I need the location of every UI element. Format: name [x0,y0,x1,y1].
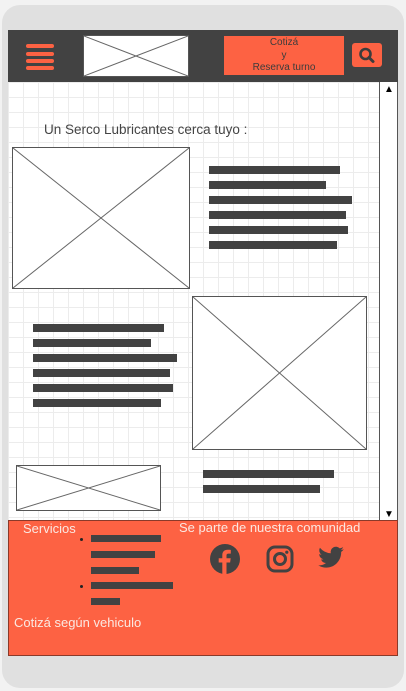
cta-line-3: Reserva turno [252,62,316,73]
image-placeholder [12,147,190,289]
twitter-icon[interactable] [317,545,345,571]
services-title[interactable]: Servicios [23,521,76,536]
cta-line-1: Cotizá [269,37,299,48]
scroll-down-icon[interactable]: ▼ [384,509,394,520]
quote-by-vehicle-link[interactable]: Cotizá según vehiculo [14,615,141,630]
cta-line-2: y [281,49,287,61]
quote-and-book-button[interactable]: Cotizá y Reserva turno [224,36,344,75]
image-placeholder [192,296,367,450]
community-title: Se parte de nuestra comunidad [179,520,361,535]
instagram-icon[interactable] [266,545,294,573]
scrollbar[interactable]: ▲ ▼ [379,82,398,520]
search-icon [359,47,375,63]
search-button[interactable] [352,43,382,67]
section-heading: Un Serco Lubricantes cerca tuyo : [44,122,248,137]
image-placeholder [16,465,161,511]
hamburger-icon[interactable] [26,44,54,71]
scroll-up-icon[interactable]: ▲ [384,84,394,95]
logo-placeholder[interactable] [83,35,189,77]
footer [8,520,398,656]
facebook-icon[interactable] [209,543,241,575]
